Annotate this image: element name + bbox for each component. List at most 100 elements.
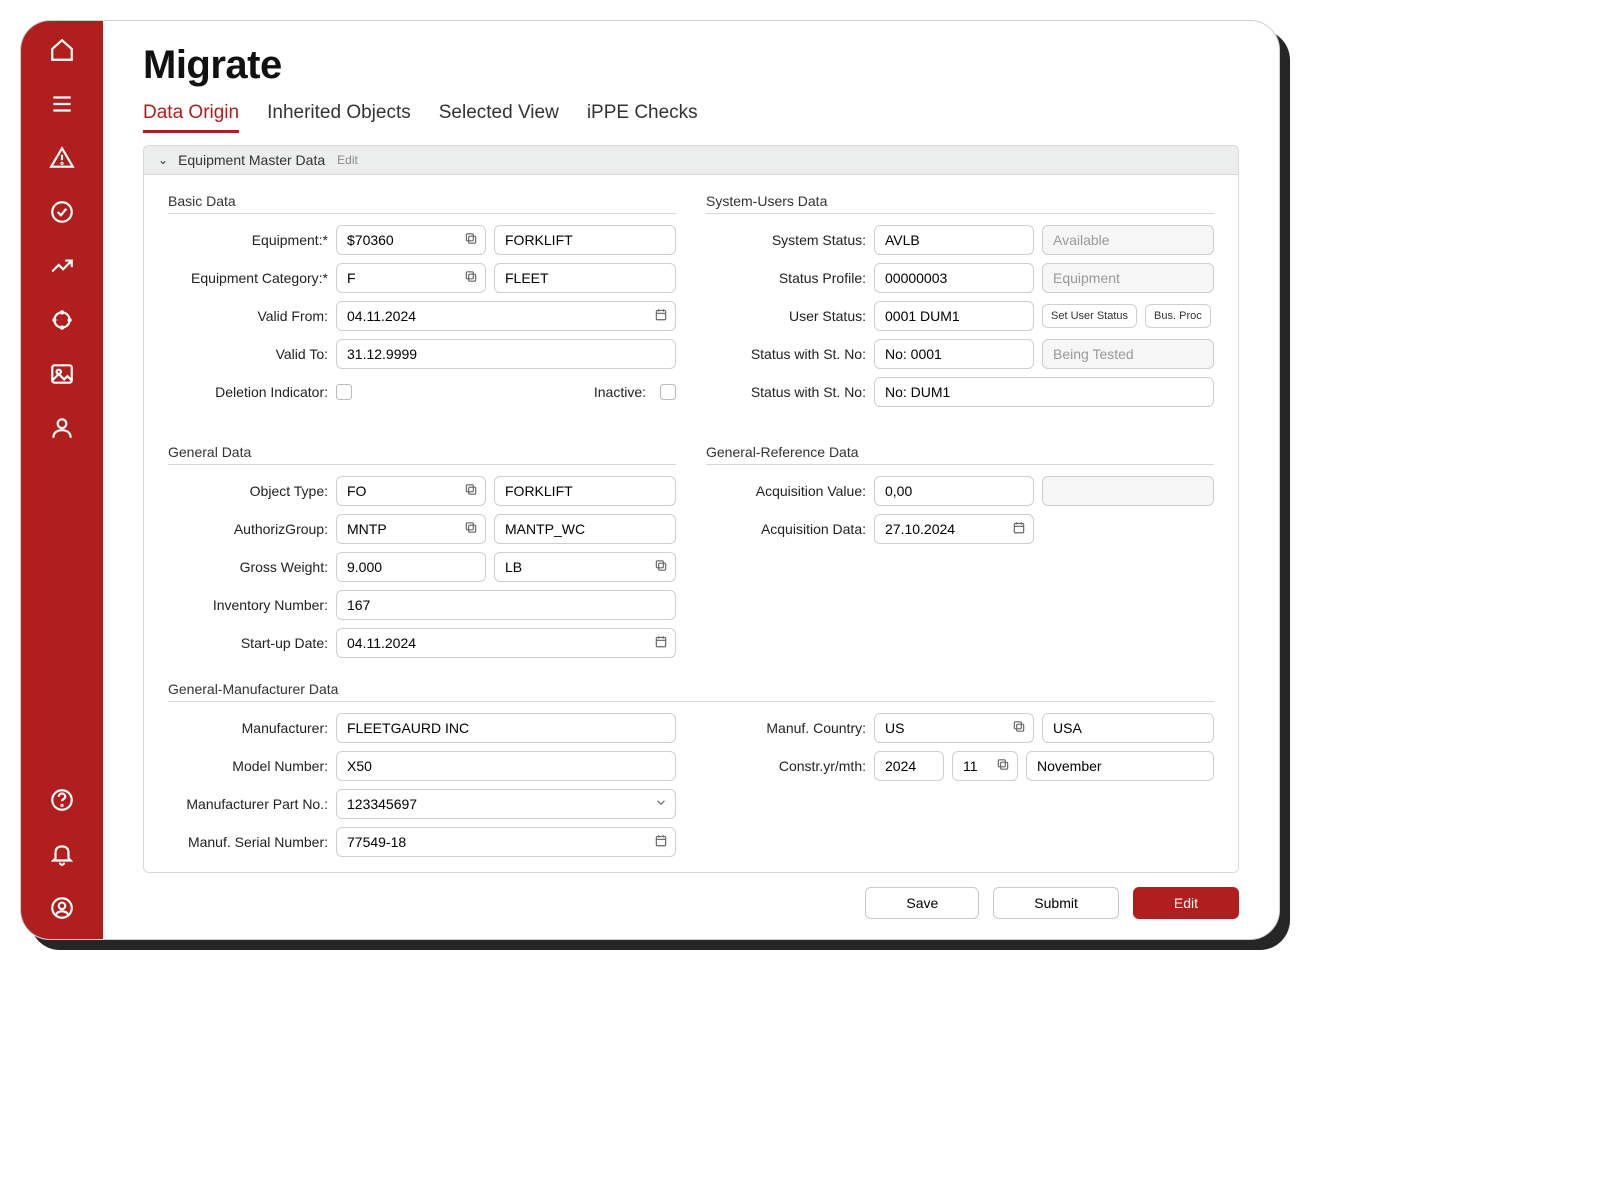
panel-header[interactable]: ⌄ Equipment Master Data Edit (144, 146, 1238, 175)
sys-status-desc (1042, 225, 1214, 255)
footer-actions: Save Submit Edit (143, 873, 1239, 919)
constr-year-field[interactable] (874, 751, 944, 781)
partno-field[interactable] (336, 789, 676, 819)
panel-edit-link[interactable]: Edit (337, 153, 358, 167)
lbl-inactive: Inactive: (594, 384, 646, 400)
category-code-field[interactable] (336, 263, 486, 293)
obj-type-desc[interactable] (494, 476, 676, 506)
section-title-sys: System-Users Data (706, 183, 1214, 214)
bus-proc-button[interactable]: Bus. Proc (1145, 304, 1211, 328)
trend-icon[interactable] (49, 253, 75, 279)
lbl-acq-date: Acquisition Data: (706, 521, 866, 537)
check-circle-icon[interactable] (49, 199, 75, 225)
stno2-field[interactable] (874, 377, 1214, 407)
lbl-authg: AuthorizGroup: (168, 521, 328, 537)
section-basic-data: Basic Data Equipment:* Equipment Categor… (168, 183, 676, 414)
account-icon[interactable] (49, 895, 75, 921)
manuf-field[interactable] (336, 713, 676, 743)
serial-field[interactable] (336, 827, 676, 857)
valid-to-field[interactable] (336, 339, 676, 369)
main-content: Migrate Data Origin Inherited Objects Se… (103, 21, 1279, 939)
deletion-checkbox[interactable] (336, 384, 352, 400)
lbl-acq-val: Acquisition Value: (706, 483, 866, 499)
menu-icon[interactable] (49, 91, 75, 117)
lbl-weight: Gross Weight: (168, 559, 328, 575)
weight-unit-field[interactable] (494, 552, 676, 582)
inv-field[interactable] (336, 590, 676, 620)
lbl-startup: Start-up Date: (168, 635, 328, 651)
category-desc-field[interactable] (494, 263, 676, 293)
edit-button[interactable]: Edit (1133, 887, 1239, 919)
save-button[interactable]: Save (865, 887, 979, 919)
lbl-category: Equipment Category:* (168, 270, 328, 286)
weight-field[interactable] (336, 552, 486, 582)
obj-type-field[interactable] (336, 476, 486, 506)
section-general-reference: General-Reference Data Acquisition Value… (706, 434, 1214, 665)
section-title-manuf: General-Manufacturer Data (168, 671, 1214, 702)
lbl-stno2: Status with St. No: (706, 384, 866, 400)
section-system-users: System-Users Data System Status: Status … (706, 183, 1214, 414)
section-general-data: General Data Object Type: AuthorizGroup: (168, 434, 676, 665)
section-manuf-right: Manuf. Country: Constr.yr/mth: (706, 712, 1214, 864)
lbl-inv: Inventory Number: (168, 597, 328, 613)
lbl-serial: Manuf. Serial Number: (168, 834, 328, 850)
profile-desc (1042, 263, 1214, 293)
inactive-checkbox[interactable] (660, 384, 676, 400)
lbl-constr: Constr.yr/mth: (706, 758, 866, 774)
page-title: Migrate (143, 43, 1239, 88)
startup-field[interactable] (336, 628, 676, 658)
model-field[interactable] (336, 751, 676, 781)
bell-icon[interactable] (49, 841, 75, 867)
section-title-basic: Basic Data (168, 183, 676, 214)
user-status-field[interactable] (874, 301, 1034, 331)
section-title-gen: General Data (168, 434, 676, 465)
acq-val-field[interactable] (874, 476, 1034, 506)
tab-selected-view[interactable]: Selected View (439, 102, 559, 133)
tab-ippe-checks[interactable]: iPPE Checks (587, 102, 698, 133)
country-code-field[interactable] (874, 713, 1034, 743)
lbl-obj-type: Object Type: (168, 483, 328, 499)
acq-date-field[interactable] (874, 514, 1034, 544)
panel-title: Equipment Master Data (178, 152, 325, 168)
constr-month-name-field[interactable] (1026, 751, 1214, 781)
help-icon[interactable] (49, 787, 75, 813)
lbl-country: Manuf. Country: (706, 720, 866, 736)
section-manuf-left: Manufacturer: Model Number: Manufacturer… (168, 712, 676, 864)
app-window: Migrate Data Origin Inherited Objects Se… (20, 20, 1280, 940)
equipment-desc-field[interactable] (494, 225, 676, 255)
tab-bar: Data Origin Inherited Objects Selected V… (143, 102, 1239, 133)
sidebar (21, 21, 103, 939)
submit-button[interactable]: Submit (993, 887, 1119, 919)
lbl-model: Model Number: (168, 758, 328, 774)
lbl-valid-to: Valid To: (168, 346, 328, 362)
constr-month-field[interactable] (952, 751, 1018, 781)
lbl-sys-status: System Status: (706, 232, 866, 248)
sys-status-field[interactable] (874, 225, 1034, 255)
equipment-code-field[interactable] (336, 225, 486, 255)
warning-icon[interactable] (49, 145, 75, 171)
lbl-deletion: Deletion Indicator: (168, 384, 328, 400)
chevron-down-icon: ⌄ (158, 153, 168, 167)
panel-equipment-master: ⌄ Equipment Master Data Edit Basic Data … (143, 145, 1239, 873)
set-user-status-button[interactable]: Set User Status (1042, 304, 1137, 328)
home-icon[interactable] (49, 37, 75, 63)
tab-data-origin[interactable]: Data Origin (143, 102, 239, 133)
user-icon[interactable] (49, 415, 75, 441)
section-title-ref: General-Reference Data (706, 434, 1214, 465)
acq-val-desc (1042, 476, 1214, 506)
lbl-stno1: Status with St. No: (706, 346, 866, 362)
authg-field[interactable] (336, 514, 486, 544)
valid-from-field[interactable] (336, 301, 676, 331)
stno1-field[interactable] (874, 339, 1034, 369)
country-name-field[interactable] (1042, 713, 1214, 743)
profile-field[interactable] (874, 263, 1034, 293)
tab-inherited-objects[interactable]: Inherited Objects (267, 102, 411, 133)
lbl-profile: Status Profile: (706, 270, 866, 286)
lbl-valid-from: Valid From: (168, 308, 328, 324)
lbl-user-status: User Status: (706, 308, 866, 324)
stno1-desc (1042, 339, 1214, 369)
lbl-manuf: Manufacturer: (168, 720, 328, 736)
target-icon[interactable] (49, 307, 75, 333)
image-icon[interactable] (49, 361, 75, 387)
authg-desc[interactable] (494, 514, 676, 544)
